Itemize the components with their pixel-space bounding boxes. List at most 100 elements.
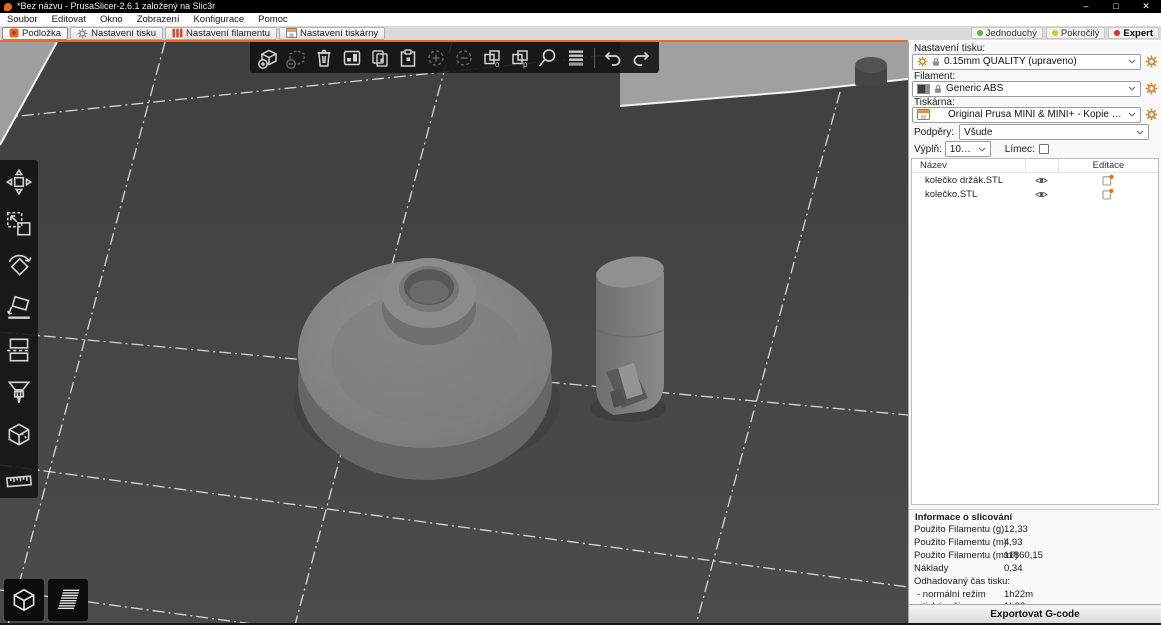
cut-tool-button[interactable] <box>2 333 36 367</box>
brim-checkbox[interactable] <box>1038 144 1049 154</box>
object-row[interactable]: kolečko.STL <box>912 187 1158 201</box>
split-parts-icon: p <box>512 49 528 69</box>
move-tool-button[interactable] <box>2 165 36 199</box>
print-settings-select[interactable]: 0.15mm QUALITY (upraveno) <box>912 53 1141 70</box>
preview-view-button[interactable] <box>48 579 88 621</box>
arrange-button[interactable] <box>339 45 365 71</box>
prusaslicer-window: *Bez názvu - PrusaSlicer-2.6.1 založený … <box>0 0 1161 625</box>
mode-simple-label: Jednoduchý <box>985 27 1037 39</box>
info-label: Odhadovaný čas tisku: <box>914 576 1011 587</box>
split-to-objects-button[interactable]: o <box>479 45 505 71</box>
gizmo-toolbar <box>0 160 38 498</box>
lock-icon <box>934 84 942 94</box>
printer-gear-button[interactable] <box>1144 107 1159 122</box>
menu-item-edit[interactable]: Editovat <box>45 13 93 26</box>
filament-value: Generic ABS <box>946 83 1004 94</box>
tab-plater[interactable]: Podložka <box>2 26 69 40</box>
rotate-tool-button[interactable] <box>2 249 36 283</box>
plater-icon <box>9 28 19 38</box>
menu-item-file[interactable]: Soubor <box>0 13 45 26</box>
info-label: - normální režim <box>917 589 986 600</box>
printer-select[interactable]: Original Prusa MINI & MINI+ - Kopie (upr… <box>912 106 1141 123</box>
tab-bar: Podložka Nastavení tisku Nastavení filam… <box>0 26 1161 40</box>
info-value: 12,33 <box>1004 524 1028 535</box>
add-instance-button[interactable] <box>423 45 449 71</box>
print-settings-gear-button[interactable] <box>1144 54 1159 69</box>
print-settings-value: 0.15mm QUALITY (upraveno) <box>944 56 1077 67</box>
toggle-visibility-button[interactable] <box>1025 176 1058 185</box>
slicing-info-title: Informace o slicování <box>915 512 1013 523</box>
rotate-icon <box>8 254 32 276</box>
infill-label: Výplň: <box>914 143 942 155</box>
measure-tool-button[interactable] <box>2 459 36 493</box>
simple-mode-dot-icon <box>976 30 983 36</box>
search-button[interactable] <box>535 45 561 71</box>
mode-expert-button[interactable]: Expert <box>1108 27 1159 39</box>
filament-select[interactable]: Generic ABS <box>912 80 1141 97</box>
edit-object-button[interactable] <box>1058 188 1158 200</box>
view-mode-buttons <box>4 579 88 621</box>
gear-icon <box>77 28 88 39</box>
add-object-button[interactable] <box>255 45 281 71</box>
chevron-down-icon <box>1128 59 1136 64</box>
eye-icon <box>1035 190 1048 199</box>
infill-select[interactable]: 100% <box>944 141 991 157</box>
seam-tool-button[interactable] <box>2 417 36 451</box>
tab-filament-settings[interactable]: Nastavení filamentu <box>165 26 278 40</box>
object-name: kolečko držák.STL <box>925 174 1004 186</box>
paint-supports-tool-button[interactable] <box>2 375 36 409</box>
object-list: Název Editace kolečko držák.STL kolečko.… <box>911 158 1159 505</box>
distant-object[interactable] <box>855 57 887 86</box>
filament-gear-button[interactable] <box>1144 81 1159 96</box>
scale-icon <box>6 211 31 236</box>
redo-button[interactable] <box>628 45 654 71</box>
paste-button[interactable] <box>395 45 421 71</box>
build-plate-scene <box>0 42 908 625</box>
chevron-down-icon <box>978 147 986 152</box>
menu-item-help[interactable]: Pomoc <box>251 13 295 26</box>
gear-icon <box>1145 55 1158 68</box>
mode-advanced-button[interactable]: Pokročilý <box>1045 27 1106 39</box>
edit-object-button[interactable] <box>1058 174 1158 186</box>
column-visibility-header <box>1025 159 1058 172</box>
mode-advanced-label: Pokročilý <box>1060 27 1100 39</box>
menu-item-view[interactable]: Zobrazení <box>130 13 187 26</box>
object-kolecko-drzak[interactable] <box>590 253 666 422</box>
place-on-face-tool-button[interactable] <box>2 291 36 325</box>
3d-viewport[interactable]: o p <box>0 42 908 625</box>
menu-item-window[interactable]: Okno <box>93 13 130 26</box>
undo-button[interactable] <box>600 45 626 71</box>
chevron-down-icon <box>1128 112 1136 117</box>
tab-filament-settings-label: Nastavení filamentu <box>186 27 271 39</box>
tab-printer-settings[interactable]: Nastavení tiskárny <box>279 26 386 40</box>
supports-select[interactable]: Všude <box>959 124 1149 140</box>
object-row[interactable]: kolečko držák.STL <box>912 173 1158 187</box>
split-to-parts-button[interactable]: p <box>507 45 533 71</box>
remove-object-button[interactable] <box>283 45 309 71</box>
close-button[interactable]: ✕ <box>1131 0 1161 13</box>
eye-icon <box>1035 176 1048 185</box>
object-list-header: Název Editace <box>912 159 1158 173</box>
place-on-face-icon <box>7 295 30 319</box>
variable-layer-height-button[interactable] <box>563 45 589 71</box>
copy-button[interactable] <box>367 45 393 71</box>
toggle-visibility-button[interactable] <box>1025 190 1058 199</box>
advanced-mode-dot-icon <box>1051 30 1058 36</box>
menu-item-configuration[interactable]: Konfigurace <box>186 13 251 26</box>
redo-icon <box>633 51 650 66</box>
mode-simple-button[interactable]: Jednoduchý <box>970 27 1043 39</box>
tab-print-settings[interactable]: Nastavení tisku <box>70 26 164 40</box>
supports-label: Podpěry: <box>914 126 955 138</box>
maximize-button[interactable]: □ <box>1101 0 1131 13</box>
export-gcode-button[interactable]: Exportovat G-code <box>909 604 1161 623</box>
scale-tool-button[interactable] <box>2 207 36 241</box>
infill-value: 100% <box>949 143 974 155</box>
minimize-button[interactable]: – <box>1071 0 1101 13</box>
delete-all-button[interactable] <box>311 45 337 71</box>
title-bar: *Bez názvu - PrusaSlicer-2.6.1 založený … <box>0 0 1161 13</box>
remove-instance-button[interactable] <box>451 45 477 71</box>
right-sidebar: Nastavení tisku: 0.15mm QUALITY (upraven… <box>908 42 1161 625</box>
editor-view-button[interactable] <box>4 579 44 621</box>
info-label: Použito Filamentu (m) <box>914 537 1007 548</box>
menu-bar: Soubor Editovat Okno Zobrazení Konfigura… <box>0 13 1161 26</box>
